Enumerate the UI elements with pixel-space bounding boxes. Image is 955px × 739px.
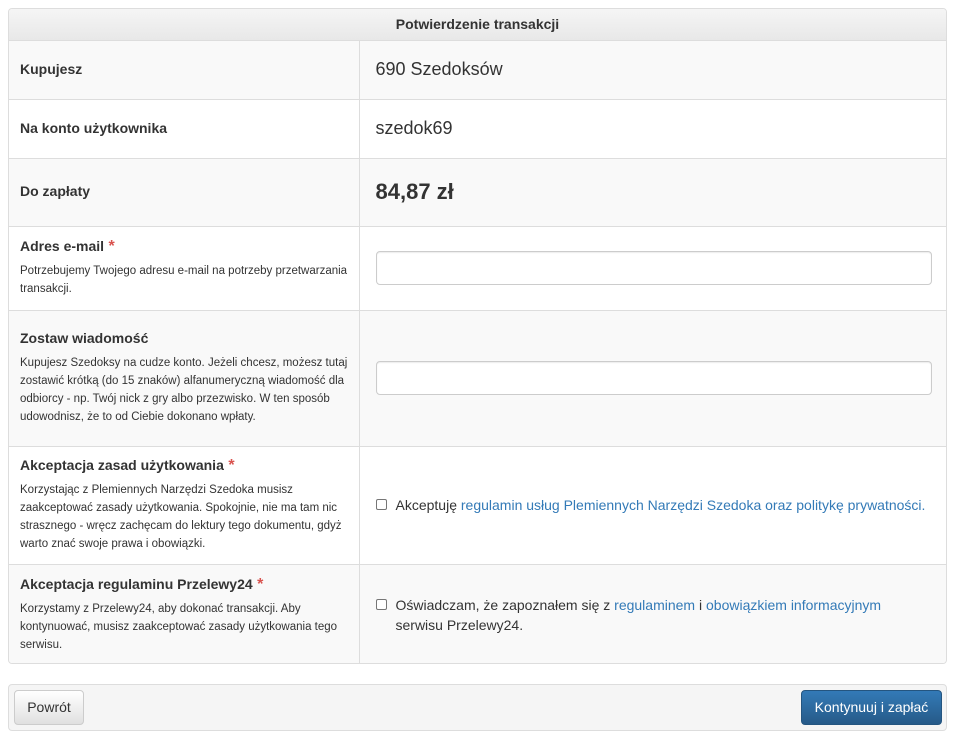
email-help: Potrzebujemy Twojego adresu e-mail na po… (20, 265, 348, 295)
row-message: Zostaw wiadomość Kupujesz Szedoksy na cu… (9, 309, 946, 446)
transaction-panel: Potwierdzenie transakcji Kupujesz 690 Sz… (8, 8, 947, 664)
account-value: szedok69 (375, 118, 453, 138)
message-label: Zostaw wiadomość (20, 330, 149, 346)
terms-check-prefix: Akceptuję (395, 497, 457, 513)
row-email: Adres e-mail * Potrzebujemy Twojego adre… (9, 225, 946, 310)
message-help: Kupujesz Szedoksy na cudze konto. Jeżeli… (20, 357, 348, 423)
account-label: Na konto użytkownika (20, 119, 168, 136)
message-input[interactable] (375, 361, 932, 395)
p24-regulations-link[interactable]: regulaminem (614, 597, 695, 613)
row-pay: Do zapłaty 84,87 zł (9, 157, 946, 226)
buy-value: 690 Szedoksów (375, 59, 503, 80)
row-terms: Akceptacja zasad użytkowania * Korzystaj… (9, 445, 946, 564)
p24-label: Akceptacja regulaminu Przelewy24 (20, 575, 253, 592)
p24-check-mid: i (698, 596, 703, 613)
row-buy: Kupujesz 690 Szedoksów (9, 41, 946, 99)
p24-check-suffix: serwisu Przelewy24. (395, 616, 524, 633)
p24-help: Korzystamy z Przelewy24, aby dokonać tra… (20, 602, 338, 651)
buy-label: Kupujesz (20, 60, 83, 77)
transaction-table: Kupujesz 690 Szedoksów Na konto użytkown… (9, 41, 946, 663)
required-marker: * (257, 575, 264, 593)
terms-link[interactable]: regulamin usług Plemiennych Narzędzi Sze… (461, 497, 926, 513)
terms-label: Akceptacja zasad użytkowania (20, 457, 224, 473)
row-account: Na konto użytkownika szedok69 (9, 98, 946, 158)
back-button[interactable]: Powrót (14, 690, 84, 725)
email-input[interactable] (375, 251, 932, 285)
pay-amount: 84,87 zł (375, 179, 454, 204)
terms-help: Korzystając z Plemiennych Narzędzi Szedo… (20, 484, 342, 550)
p24-checkbox[interactable] (375, 598, 387, 610)
row-p24: Akceptacja regulaminu Przelewy24 * Korzy… (9, 563, 946, 663)
pay-label: Do zapłaty (20, 183, 91, 199)
terms-check-line: Akceptuję regulamin usług Plemiennych Na… (375, 495, 931, 515)
p24-info-obligation-link[interactable]: obowiązkiem informacyjnym (706, 597, 881, 613)
p24-check-line: Oświadczam, że zapoznałem się z regulami… (375, 595, 931, 635)
required-marker: * (228, 457, 235, 474)
terms-checkbox[interactable] (375, 499, 387, 510)
p24-check-prefix: Oświadczam, że zapoznałem się z (395, 596, 611, 613)
panel-title: Potwierdzenie transakcji (9, 9, 946, 41)
required-marker: * (108, 238, 115, 255)
form-footer: Powrót Kontynuuj i zapłać (8, 684, 947, 731)
email-label: Adres e-mail (20, 238, 105, 254)
continue-and-pay-button[interactable]: Kontynuuj i zapłać (801, 690, 942, 725)
